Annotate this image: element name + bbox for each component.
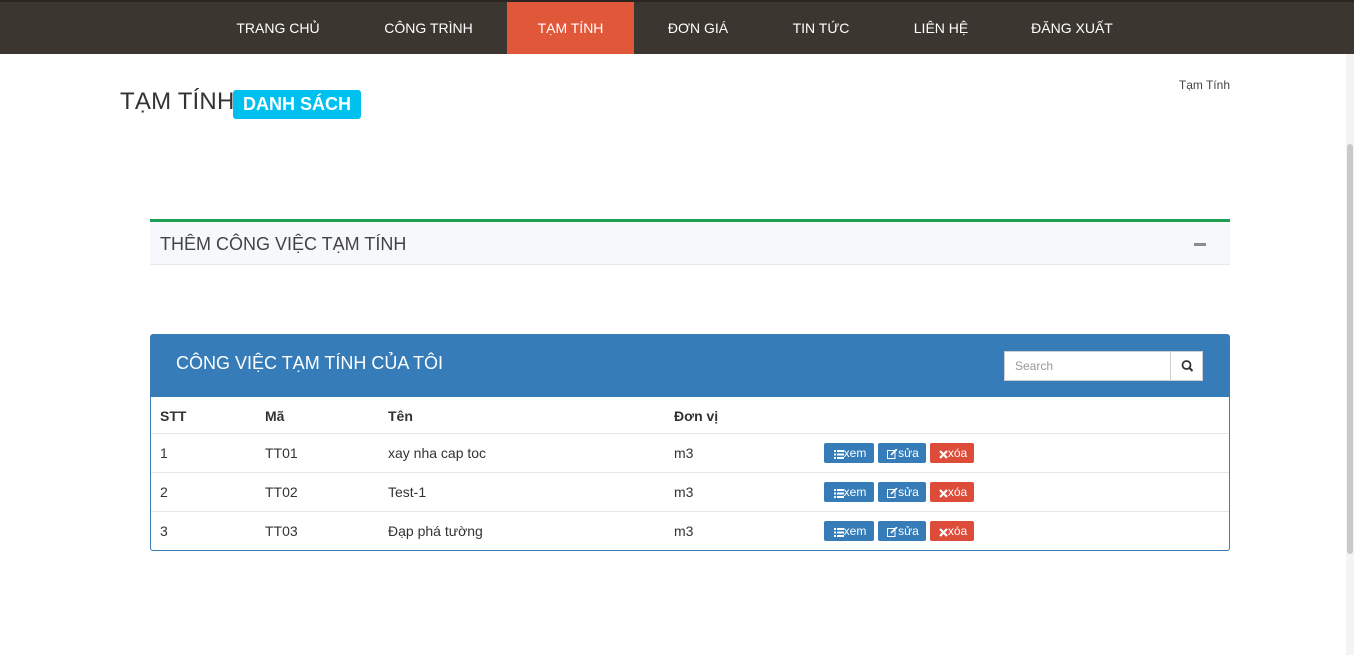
table-row: 2 TT02 Test-1 m3 xem sửa xóa — [151, 472, 1229, 512]
page-title-badge: DANH SÁCH — [233, 90, 361, 119]
edit-icon — [887, 448, 898, 459]
search-input[interactable] — [1004, 351, 1171, 381]
search-button[interactable] — [1170, 351, 1203, 381]
delete-button[interactable]: xóa — [930, 521, 974, 541]
list-icon — [833, 450, 844, 459]
table-row: 3 TT03 Đạp phá tường m3 xem sửa xóa — [151, 511, 1229, 551]
delete-button-label: xóa — [947, 446, 968, 460]
nav-item-tin-tuc[interactable]: TIN TỨC — [772, 2, 870, 54]
edit-button[interactable]: sửa — [878, 482, 926, 502]
cell-don-vi: m3 — [674, 523, 694, 539]
column-header-ten: Tên — [388, 408, 413, 424]
close-icon — [939, 489, 948, 498]
delete-button-label: xóa — [947, 485, 968, 499]
close-icon — [939, 528, 948, 537]
search-icon — [1181, 360, 1194, 372]
view-button-label: xem — [843, 524, 867, 538]
view-button[interactable]: xem — [824, 443, 874, 463]
delete-button[interactable]: xóa — [930, 482, 974, 502]
cell-stt: 1 — [160, 445, 168, 461]
view-button[interactable]: xem — [824, 482, 874, 502]
task-list-header: CÔNG VIỆC TẠM TÍNH CỦA TÔI — [151, 335, 1229, 397]
edit-button-label: sửa — [898, 524, 919, 538]
view-button-label: xem — [843, 485, 867, 499]
top-navbar: TRANG CHỦ CÔNG TRÌNH TẠM TÍNH ĐƠN GIÁ TI… — [0, 0, 1354, 54]
cell-ten: Test-1 — [388, 484, 427, 500]
edit-button[interactable]: sửa — [878, 443, 926, 463]
task-list-box: CÔNG VIỆC TẠM TÍNH CỦA TÔI STT Mã Tên Đơ… — [150, 334, 1230, 551]
nav-item-lien-he[interactable]: LIÊN HỆ — [895, 2, 987, 54]
view-button[interactable]: xem — [824, 521, 874, 541]
nav-item-dang-xuat[interactable]: ĐĂNG XUẤT — [1012, 2, 1132, 54]
nav-item-trang-chu[interactable]: TRANG CHỦ — [218, 2, 338, 54]
nav-item-cong-trinh[interactable]: CÔNG TRÌNH — [366, 2, 491, 54]
minus-icon[interactable] — [1194, 243, 1206, 246]
cell-don-vi: m3 — [674, 445, 694, 461]
cell-stt: 2 — [160, 484, 168, 500]
column-header-stt: STT — [160, 408, 187, 424]
edit-button-label: sửa — [898, 446, 919, 460]
edit-button[interactable]: sửa — [878, 521, 926, 541]
cell-ma: TT01 — [265, 445, 298, 461]
list-icon — [833, 489, 844, 498]
delete-button[interactable]: xóa — [930, 443, 974, 463]
page-title: TẠM TÍNH — [120, 88, 235, 115]
edit-icon — [887, 487, 898, 498]
nav-item-don-gia[interactable]: ĐƠN GIÁ — [648, 2, 748, 54]
column-header-don-vi: Đơn vị — [674, 408, 719, 424]
cell-ma: TT02 — [265, 484, 298, 500]
edit-icon — [887, 526, 898, 537]
column-header-ma: Mã — [265, 408, 285, 424]
delete-button-label: xóa — [947, 524, 968, 538]
table-row: 1 TT01 xay nha cap toc m3 xem sửa xóa — [151, 433, 1229, 473]
cell-ma: TT03 — [265, 523, 298, 539]
view-button-label: xem — [843, 446, 867, 460]
cell-don-vi: m3 — [674, 484, 694, 500]
nav-item-tam-tinh[interactable]: TẠM TÍNH — [507, 2, 634, 54]
add-task-title[interactable]: THÊM CÔNG VIỆC TẠM TÍNH — [160, 234, 406, 255]
task-list-title: CÔNG VIỆC TẠM TÍNH CỦA TÔI — [176, 353, 444, 373]
table-header-row: STT Mã Tên Đơn vị — [151, 397, 1229, 435]
edit-button-label: sửa — [898, 485, 919, 499]
breadcrumb[interactable]: Tạm Tính — [1150, 78, 1230, 92]
add-task-box: THÊM CÔNG VIỆC TẠM TÍNH — [150, 219, 1230, 265]
cell-ten: xay nha cap toc — [388, 445, 487, 461]
close-icon — [939, 450, 948, 459]
cell-stt: 3 — [160, 523, 168, 539]
cell-ten: Đạp phá tường — [388, 523, 483, 539]
scrollbar-thumb[interactable] — [1347, 144, 1353, 554]
list-icon — [833, 528, 844, 537]
